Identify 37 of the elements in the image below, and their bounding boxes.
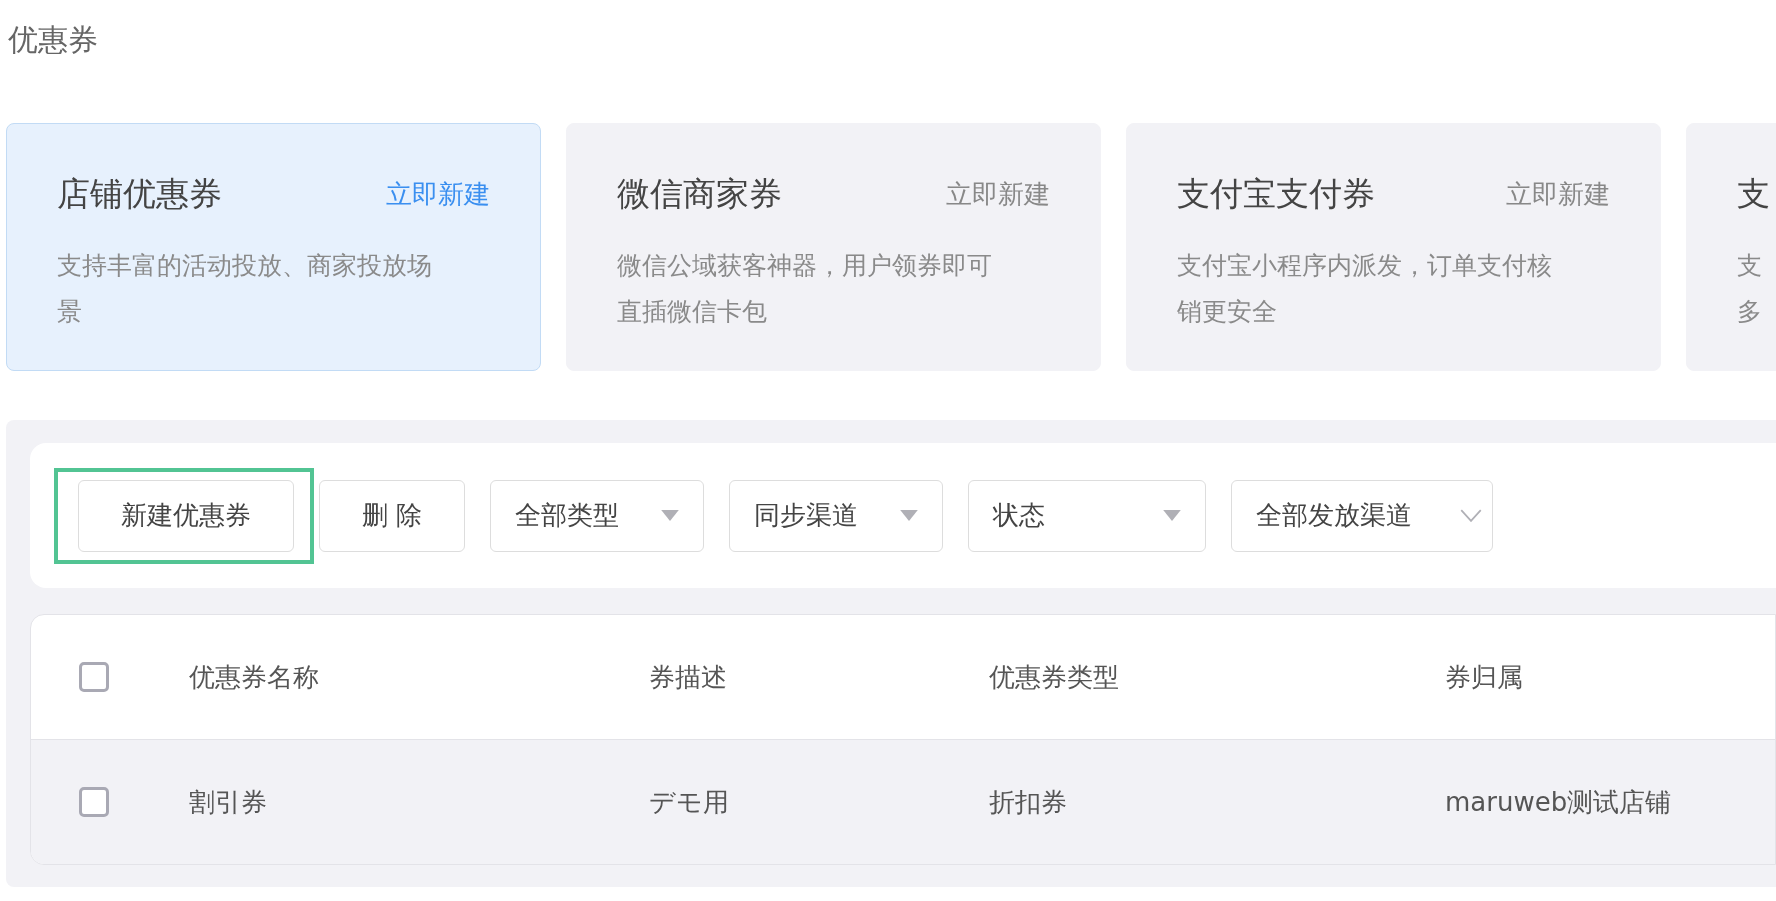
filter-dropdown[interactable]: 状态 bbox=[968, 479, 1206, 552]
toolbar-button[interactable]: 新建优惠券 bbox=[78, 479, 294, 552]
coupon-type-card[interactable]: 支付宝支付券 立即新建 支付宝小程序内派发，订单支付核销更安全 bbox=[1126, 123, 1661, 371]
dropdown-label: 状态 bbox=[993, 499, 1045, 532]
column-header: 券描述 bbox=[649, 660, 728, 694]
dropdown-label: 同步渠道 bbox=[754, 499, 858, 532]
card-title: 店铺优惠券 bbox=[57, 173, 222, 215]
card-description: 支付宝小程序内派发，订单支付核销更安全 bbox=[1177, 250, 1553, 328]
caret-down-icon bbox=[1163, 510, 1181, 521]
caret-down-icon bbox=[661, 510, 679, 521]
coupon-type-card[interactable]: 微信商家券 立即新建 微信公域获客神器，用户领券即可直插微信卡包 bbox=[566, 123, 1101, 371]
table-cell-text: デモ用 bbox=[649, 785, 730, 819]
card-title: 微信商家券 bbox=[617, 173, 782, 215]
card-title: 支 bbox=[1737, 173, 1770, 215]
page-title: 优惠券 bbox=[8, 21, 99, 59]
select-all-checkbox[interactable] bbox=[79, 662, 109, 692]
table-cell-text: 割引券 bbox=[189, 785, 268, 819]
card-title: 支付宝支付券 bbox=[1177, 173, 1375, 215]
filter-dropdown[interactable]: 同步渠道 bbox=[729, 479, 943, 552]
caret-down-icon bbox=[900, 510, 918, 521]
coupon-type-card[interactable]: 支 支多 bbox=[1686, 123, 1776, 371]
card-description: 支多 bbox=[1737, 250, 1762, 328]
column-header: 优惠券名称 bbox=[189, 660, 320, 694]
dropdown-label: 全部发放渠道 bbox=[1256, 499, 1412, 532]
dropdown-label: 全部类型 bbox=[515, 499, 619, 532]
coupon-type-card[interactable]: 店铺优惠券 立即新建 支持丰富的活动投放、商家投放场景 bbox=[6, 123, 541, 371]
table-cell-text: maruweb测试店铺 bbox=[1445, 785, 1673, 819]
card-description: 微信公域获客神器，用户领券即可直插微信卡包 bbox=[617, 250, 993, 328]
chevron-down-icon bbox=[1460, 509, 1482, 522]
row-checkbox[interactable] bbox=[79, 787, 109, 817]
toolbar-button[interactable]: 删 除 bbox=[319, 479, 465, 552]
card-description: 支持丰富的活动投放、商家投放场景 bbox=[57, 250, 433, 328]
filter-dropdown[interactable]: 全部发放渠道 bbox=[1231, 479, 1493, 552]
table-cell-text: 折扣券 bbox=[989, 785, 1068, 819]
filter-dropdown[interactable]: 全部类型 bbox=[490, 479, 704, 552]
column-header: 优惠券类型 bbox=[989, 660, 1120, 694]
column-header: 券归属 bbox=[1445, 660, 1524, 694]
